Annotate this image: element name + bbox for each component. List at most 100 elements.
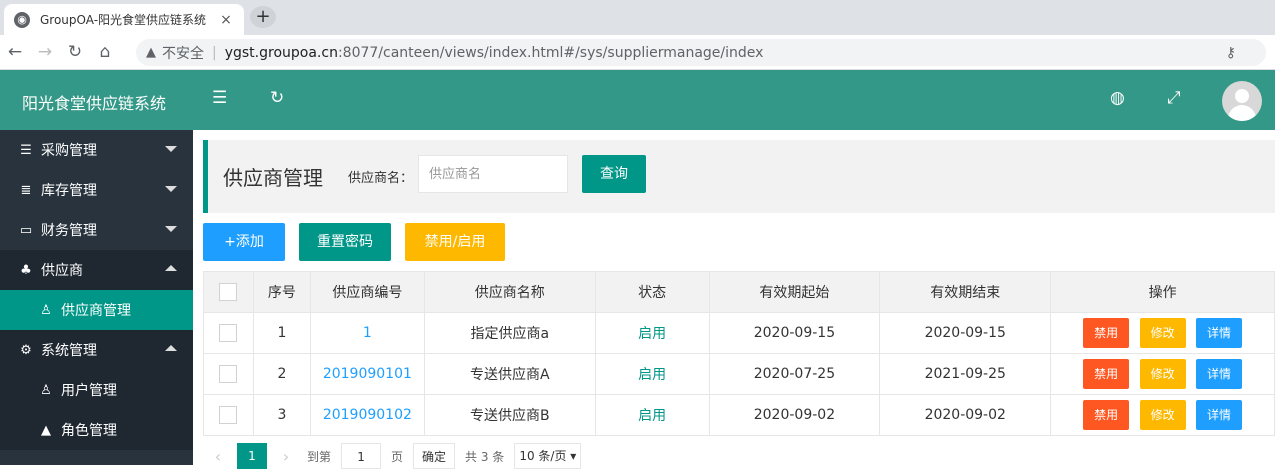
row-select-cell <box>203 353 254 395</box>
tab-title: GroupOA-阳光食堂供应链系统 <box>40 13 207 27</box>
sidebar-item-label: 库存管理 <box>41 183 97 199</box>
sidebar-item-label: 采购管理 <box>41 143 97 159</box>
detail-button[interactable]: 详情 <box>1196 318 1243 348</box>
table-row: 3 2019090102 专送供应商B 启用 2020-09-02 2020-0… <box>203 394 1275 436</box>
main-content: 供应商管理 供应商名： 查询 +添加 重置密码 禁用/启用 序号 供应商编号 供… <box>193 130 1275 469</box>
sidebar-item-system[interactable]: ⚙ 系统管理 <box>0 330 193 370</box>
page-unit-label: 页 <box>391 449 404 464</box>
key-icon[interactable]: ⚷ <box>1226 45 1236 61</box>
supplier-code-link[interactable]: 2019090101 <box>323 366 412 382</box>
page-size-value: 10 条/页 <box>519 449 567 463</box>
prev-page-icon[interactable]: ‹ <box>203 447 233 466</box>
select-all-checkbox[interactable] <box>219 283 238 301</box>
chevron-down-icon <box>165 186 177 192</box>
sidebar-item-supplier[interactable]: ♣ 供应商 <box>0 250 193 290</box>
sidebar-item-inventory[interactable]: ≣ 库存管理 <box>0 170 193 210</box>
sidebar-item-role-manage[interactable]: ▲ 角色管理 <box>0 410 193 450</box>
supplier-name: 专送供应商A <box>423 353 596 395</box>
column-header: 序号 <box>252 271 311 313</box>
gear-icon: ⚙ <box>20 342 32 358</box>
sidebar-item-supplier-manage[interactable]: ♙ 供应商管理 <box>0 290 193 330</box>
detail-button[interactable]: 详情 <box>1196 400 1243 430</box>
sidebar-item-user-manage[interactable]: ♙ 用户管理 <box>0 370 193 410</box>
sidebar-item-purchase[interactable]: ☰ 采购管理 <box>0 130 193 170</box>
reload-icon[interactable]: ↻ <box>60 42 90 62</box>
end-date: 2021-09-25 <box>879 353 1052 395</box>
disable-enable-button[interactable]: 禁用/启用 <box>405 223 505 261</box>
user-icon: ♙ <box>40 382 52 398</box>
select-all-cell <box>203 271 254 313</box>
supplier-code-link[interactable]: 1 <box>363 325 372 341</box>
url-field[interactable]: ▲ 不安全 | ygst.groupoa.cn :8077/canteen/vi… <box>136 39 1266 66</box>
disable-button[interactable]: 禁用 <box>1083 359 1130 389</box>
row-checkbox[interactable] <box>219 324 238 342</box>
row-select-cell <box>203 394 254 436</box>
next-page-icon[interactable]: › <box>271 447 301 466</box>
end-date: 2020-09-02 <box>879 394 1052 436</box>
page-size-select[interactable]: 10 条/页 ▾ <box>514 443 582 469</box>
avatar[interactable] <box>1222 81 1262 121</box>
chevron-down-icon <box>165 226 177 232</box>
row-actions: 禁用 修改 详情 <box>1050 312 1275 354</box>
supplier-code-link[interactable]: 2019090102 <box>323 407 412 423</box>
disable-button[interactable]: 禁用 <box>1083 400 1130 430</box>
sidebar-item-label: 角色管理 <box>61 423 117 439</box>
sidebar-item-label: 用户管理 <box>61 383 117 399</box>
row-checkbox[interactable] <box>219 365 238 383</box>
sidebar: ☰ 采购管理 ≣ 库存管理 ▭ 财务管理 ♣ 供应商 ♙ 供应商管理 ⚙ 系统管… <box>0 130 193 465</box>
detail-button[interactable]: 详情 <box>1196 359 1243 389</box>
table-header-row: 序号 供应商编号 供应商名称 状态 有效期起始 有效期结束 操作 <box>203 271 1275 313</box>
reset-password-button[interactable]: 重置密码 <box>299 223 391 261</box>
goto-page-input[interactable]: 1 <box>341 443 382 469</box>
address-bar: ← → ↻ ⌂ ▲ 不安全 | ygst.groupoa.cn :8077/ca… <box>0 35 1275 70</box>
refresh-icon[interactable]: ↻ <box>270 88 284 108</box>
disable-button[interactable]: 禁用 <box>1083 318 1130 348</box>
warning-icon: ▲ <box>146 45 156 60</box>
close-icon[interactable]: × <box>218 12 234 28</box>
current-page[interactable]: 1 <box>237 443 267 469</box>
row-actions: 禁用 修改 详情 <box>1050 394 1275 436</box>
app-header: 阳光食堂供应链系统 ☰ ↻ ◍ ⤢ <box>0 70 1275 130</box>
supplier-name-input[interactable] <box>418 155 568 193</box>
sidebar-item-label: 供应商管理 <box>61 303 131 319</box>
status-badge: 启用 <box>638 408 667 424</box>
sidebar-item-label: 系统管理 <box>41 343 97 359</box>
column-header: 状态 <box>594 271 710 313</box>
row-select-cell <box>203 312 254 354</box>
table-row: 2 2019090101 专送供应商A 启用 2020-07-25 2021-0… <box>203 353 1275 395</box>
pagination: ‹ 1 › 到第 1 页 确定 共 3 条 10 条/页 ▾ <box>203 441 582 471</box>
edit-button[interactable]: 修改 <box>1139 359 1186 389</box>
back-icon[interactable]: ← <box>0 42 30 62</box>
sidebar-item-finance[interactable]: ▭ 财务管理 <box>0 210 193 250</box>
new-tab-button[interactable]: + <box>250 6 276 28</box>
edit-button[interactable]: 修改 <box>1139 318 1186 348</box>
start-date: 2020-09-02 <box>708 394 881 436</box>
url-separator: | <box>212 44 217 61</box>
edit-button[interactable]: 修改 <box>1139 400 1186 430</box>
column-header: 有效期结束 <box>879 271 1052 313</box>
page-title: 供应商管理 <box>223 166 323 190</box>
column-header: 供应商编号 <box>309 271 425 313</box>
row-actions: 禁用 修改 详情 <box>1050 353 1275 395</box>
list-icon: ☰ <box>20 142 32 158</box>
database-icon: ≣ <box>20 182 32 198</box>
add-button[interactable]: +添加 <box>203 223 285 261</box>
query-button[interactable]: 查询 <box>582 155 646 193</box>
supplier-name: 专送供应商B <box>423 394 596 436</box>
insecure-label: 不安全 <box>162 45 204 62</box>
menu-collapse-icon[interactable]: ☰ <box>212 88 227 108</box>
end-date: 2020-09-15 <box>879 312 1052 354</box>
fullscreen-icon[interactable]: ⤢ <box>1167 88 1181 108</box>
column-header: 有效期起始 <box>708 271 881 313</box>
search-panel: 供应商管理 供应商名： 查询 <box>203 140 1275 213</box>
browser-tab[interactable]: ◉ GroupOA-阳光食堂供应链系统 × <box>4 4 244 35</box>
row-checkbox[interactable] <box>219 406 238 424</box>
chevron-up-icon <box>165 265 177 271</box>
goto-confirm-button[interactable]: 确定 <box>413 443 456 469</box>
column-header: 供应商名称 <box>423 271 596 313</box>
forward-icon[interactable]: → <box>30 42 60 62</box>
users-icon: ♣ <box>20 262 32 278</box>
start-date: 2020-09-15 <box>708 312 881 354</box>
theme-palette-icon[interactable]: ◍ <box>1110 88 1125 108</box>
home-icon[interactable]: ⌂ <box>90 42 120 62</box>
